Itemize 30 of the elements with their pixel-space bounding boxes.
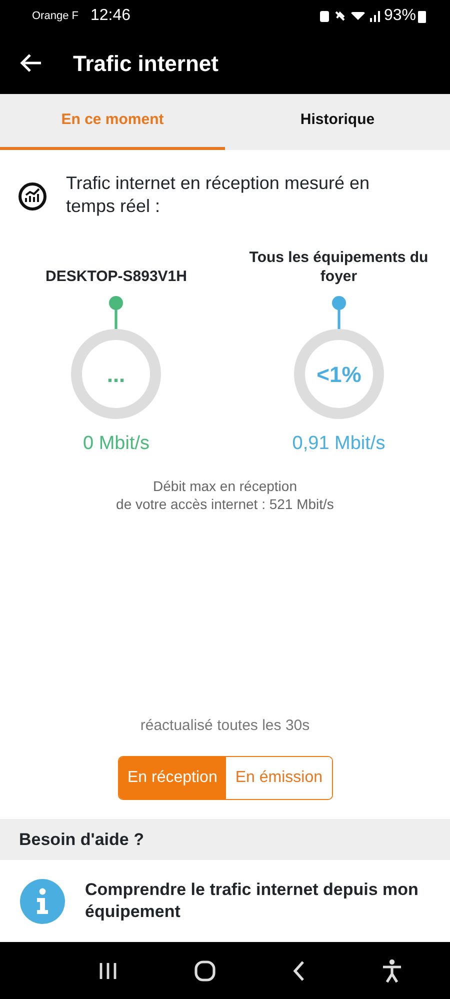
gauge-label: Tous les équipements du foyer: [248, 248, 430, 287]
info-icon: [20, 878, 65, 924]
help-link[interactable]: Comprendre le trafic internet depuis mon équipement: [85, 878, 432, 924]
chart-icon: [18, 182, 47, 211]
gauge-label: DESKTOP-S893V1H: [46, 267, 187, 287]
page-title: Trafic internet: [73, 50, 218, 78]
speed-reading: 0,91 Mbit/s: [292, 432, 386, 456]
headline-text: Trafic internet en réception mesuré en temps réel :: [66, 172, 370, 218]
max-speed-note: Débit max en réception de votre accès internet : 521 Mbit/s: [115, 478, 335, 514]
wifi-icon: [350, 12, 365, 20]
recent-apps-icon[interactable]: [98, 960, 118, 980]
carrier-label: Orange F: [32, 8, 78, 24]
speed-reading: 0 Mbit/s: [82, 432, 150, 456]
battery-percent: 93%: [384, 6, 416, 26]
gauge-value: <1%: [316, 362, 362, 387]
mute-icon: [334, 11, 345, 21]
notification-icon: [320, 10, 329, 22]
refresh-note: réactualisé toutes les 30s: [139, 716, 311, 736]
signal-icon: [370, 10, 380, 22]
tab[interactable]: En ce moment: [0, 94, 225, 150]
clock-time: 12:46: [90, 6, 131, 26]
back-icon[interactable]: [292, 960, 306, 982]
tab[interactable]: Historique: [225, 94, 450, 150]
help-header: Besoin d'aide ?: [0, 819, 450, 860]
accessibility-icon[interactable]: [382, 958, 402, 982]
home-icon[interactable]: [194, 960, 216, 982]
gauge-value: ...: [107, 362, 126, 387]
toggle-option[interactable]: En réception: [118, 757, 226, 799]
back-icon[interactable]: [20, 54, 42, 72]
battery-icon: [418, 10, 426, 22]
